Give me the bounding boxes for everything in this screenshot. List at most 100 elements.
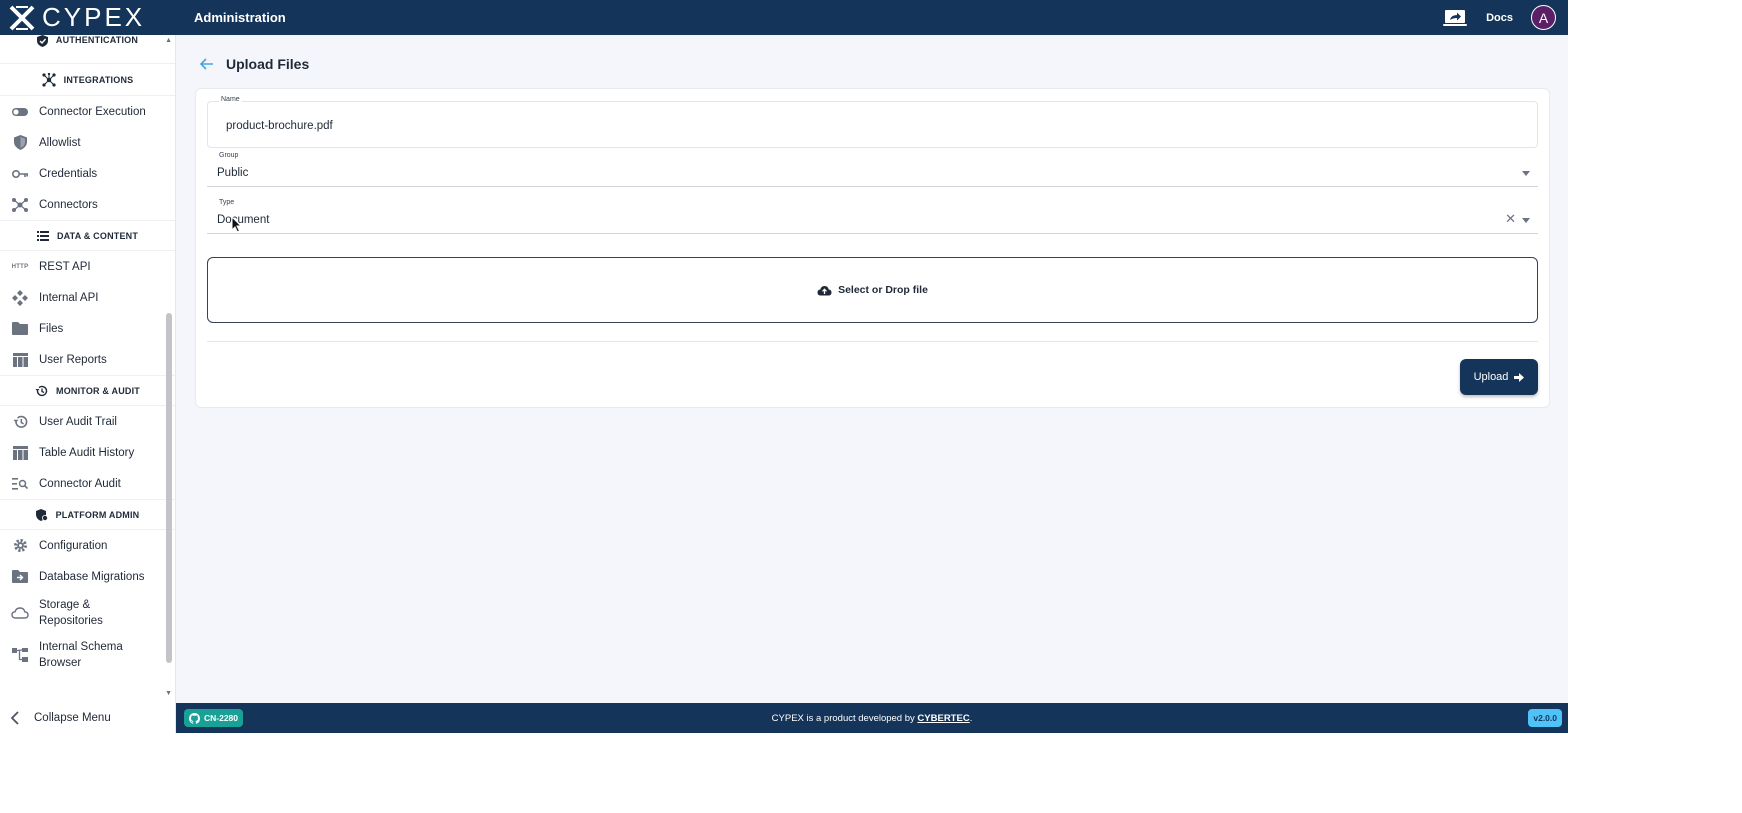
sidebar-item-connector-execution[interactable]: Connector Execution bbox=[0, 96, 175, 127]
dropzone-label: Select or Drop file bbox=[838, 284, 928, 296]
footer-bar: CN-2280 CYPEX is a product developed by … bbox=[176, 703, 1568, 733]
upload-button-label: Upload bbox=[1473, 371, 1509, 383]
section-label: INTEGRATIONS bbox=[63, 74, 134, 85]
schema-icon bbox=[10, 645, 30, 665]
sidebar-scrollbar[interactable] bbox=[166, 313, 172, 663]
hub-icon bbox=[10, 195, 30, 215]
dropdown-caret-icon[interactable] bbox=[1522, 171, 1530, 176]
group-select[interactable]: Public bbox=[207, 160, 1538, 187]
sidebar-item-label: Internal Schema Browser bbox=[39, 639, 123, 671]
scroll-up-arrow-icon[interactable]: ▲ bbox=[165, 37, 172, 44]
back-arrow-icon[interactable] bbox=[200, 58, 214, 70]
sidebar-item-label: Connector Execution bbox=[39, 105, 146, 118]
footer-text: CYPEX is a product developed by CYBERTEC… bbox=[176, 713, 1568, 724]
issue-badge-label: CN-2280 bbox=[204, 713, 239, 723]
form-divider bbox=[207, 341, 1538, 342]
cypex-logo-icon bbox=[9, 5, 35, 30]
section-label: MONITOR & AUDIT bbox=[56, 385, 140, 396]
sidebar-item-rest-api[interactable]: HTTP REST API bbox=[0, 251, 175, 282]
sidebar-section-monitor-audit[interactable]: MONITOR & AUDIT bbox=[0, 375, 175, 406]
sidebar-item-label: User Audit Trail bbox=[39, 415, 117, 428]
sidebar-section-integrations[interactable]: INTEGRATIONS bbox=[0, 64, 175, 96]
sidebar-item-internal-schema-browser[interactable]: Internal Schema Browser bbox=[0, 634, 175, 676]
collapse-menu-label: Collapse Menu bbox=[34, 712, 111, 724]
shield-check-icon bbox=[36, 35, 48, 47]
history-icon bbox=[10, 412, 30, 432]
sidebar-item-files[interactable]: Files bbox=[0, 313, 175, 344]
section-label: DATA & CONTENT bbox=[56, 230, 139, 241]
sidebar-item-credentials[interactable]: Credentials bbox=[0, 158, 175, 189]
cloud-icon bbox=[10, 603, 30, 623]
top-header: CYPEX Administration Docs A bbox=[0, 0, 1568, 35]
version-badge: v2.0.0 bbox=[1528, 709, 1562, 727]
page-title-row: Upload Files bbox=[200, 56, 309, 72]
shield-icon bbox=[10, 133, 30, 153]
header-title: Administration bbox=[194, 10, 286, 25]
list-search-icon bbox=[10, 474, 30, 494]
sidebar-item-configuration[interactable]: Configuration bbox=[0, 530, 175, 561]
sidebar-item-internal-api[interactable]: Internal API bbox=[0, 282, 175, 313]
footer-text-suffix: . bbox=[969, 712, 973, 724]
table-icon bbox=[10, 443, 30, 463]
name-input-value: product-brochure.pdf bbox=[226, 120, 333, 132]
label-line: Storage & bbox=[39, 599, 91, 611]
list-icon bbox=[36, 230, 49, 241]
page-title: Upload Files bbox=[226, 56, 310, 72]
sidebar-item-table-audit-history[interactable]: Table Audit History bbox=[0, 437, 175, 468]
upload-button[interactable]: Upload bbox=[1460, 359, 1538, 395]
clear-icon[interactable]: ✕ bbox=[1505, 211, 1516, 227]
sidebar-item-label: User Reports bbox=[39, 353, 107, 366]
laptop-share-icon[interactable] bbox=[1442, 9, 1468, 27]
sidebar-item-label: Database Migrations bbox=[39, 570, 145, 583]
header-actions: Docs A bbox=[1442, 5, 1568, 30]
sidebar-item-connectors[interactable]: Connectors bbox=[0, 189, 175, 220]
group-select-value: Public bbox=[217, 167, 249, 179]
label-line: Repositories bbox=[39, 615, 103, 627]
footer-text-prefix: CYPEX is a product developed by bbox=[771, 712, 915, 724]
logo-text: CYPEX bbox=[42, 2, 146, 32]
history-icon bbox=[35, 385, 48, 396]
type-select[interactable]: Document ✕ bbox=[207, 207, 1538, 234]
dropdown-caret-icon[interactable] bbox=[1522, 218, 1530, 223]
gear-icon bbox=[10, 536, 30, 556]
sidebar-item-storage-repositories[interactable]: Storage & Repositories bbox=[0, 592, 175, 634]
file-dropzone[interactable]: Select or Drop file bbox=[207, 257, 1538, 323]
sidebar-section-data-content[interactable]: DATA & CONTENT bbox=[0, 220, 175, 251]
sidebar-item-label: Configuration bbox=[39, 539, 108, 552]
chevron-left-icon bbox=[10, 711, 19, 725]
sidebar-item-user-reports[interactable]: User Reports bbox=[0, 344, 175, 375]
user-avatar[interactable]: A bbox=[1531, 5, 1556, 30]
scroll-down-arrow-icon[interactable]: ▼ bbox=[165, 690, 172, 697]
sidebar-item-label: Connectors bbox=[39, 198, 98, 211]
hub-icon bbox=[42, 72, 56, 87]
sidebar-item-label: Allowlist bbox=[39, 136, 81, 149]
issue-badge[interactable]: CN-2280 bbox=[184, 709, 244, 727]
arrow-right-icon bbox=[1514, 372, 1525, 382]
docs-link[interactable]: Docs bbox=[1486, 12, 1513, 24]
name-input[interactable] bbox=[207, 101, 1538, 148]
sidebar-item-label: Files bbox=[39, 322, 64, 335]
cybertec-link[interactable]: CYBERTEC bbox=[917, 713, 969, 724]
sidebar-item-label: Connector Audit bbox=[39, 477, 121, 490]
folder-move-icon bbox=[10, 567, 30, 587]
upload-form-card: Name product-brochure.pdf Group Public T… bbox=[195, 88, 1550, 408]
section-label: AUTHENTICATION bbox=[55, 35, 139, 45]
type-field-label: Type bbox=[219, 199, 235, 206]
api-icon bbox=[10, 288, 30, 308]
collapse-menu-button[interactable]: Collapse Menu bbox=[0, 703, 176, 733]
type-select-value: Document bbox=[217, 214, 270, 226]
cypex-logo[interactable]: CYPEX bbox=[0, 0, 176, 35]
sidebar-item-user-audit-trail[interactable]: User Audit Trail bbox=[0, 406, 175, 437]
sidebar-item-database-migrations[interactable]: Database Migrations bbox=[0, 561, 175, 592]
sidebar-section-platform-admin[interactable]: PLATFORM ADMIN bbox=[0, 499, 175, 530]
mouse-cursor-icon bbox=[231, 216, 242, 233]
sidebar-item-allowlist[interactable]: Allowlist bbox=[0, 127, 175, 158]
sidebar-item-connector-audit[interactable]: Connector Audit bbox=[0, 468, 175, 499]
http-icon: HTTP bbox=[10, 257, 30, 277]
key-icon bbox=[10, 164, 30, 184]
sidebar-item-label: Internal API bbox=[39, 291, 99, 304]
folder-icon bbox=[10, 319, 30, 339]
label-line: Browser bbox=[39, 657, 82, 669]
sidebar-section-authentication[interactable]: AUTHENTICATION bbox=[0, 35, 175, 50]
sidebar: AUTHENTICATION INTEGRATIONS Connector Ex… bbox=[0, 35, 176, 703]
